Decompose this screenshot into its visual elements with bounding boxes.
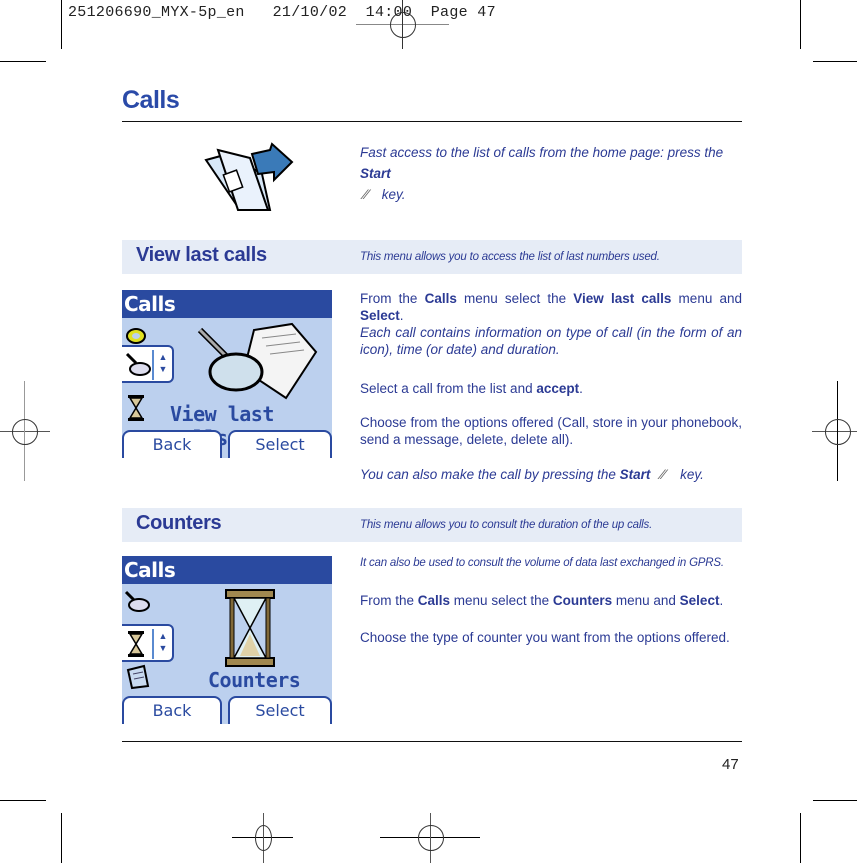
- magnifier-icon: [124, 351, 152, 379]
- gprs-note: It can also be used to consult the volum…: [360, 557, 724, 569]
- registration-mark: [825, 419, 851, 445]
- page-title: Calls: [122, 86, 180, 114]
- hourglass-large-icon: [224, 588, 276, 668]
- start-key-icon: ⁄⁄: [661, 467, 666, 482]
- calls-folder-icon: [200, 140, 295, 215]
- hourglass-icon: [126, 630, 146, 658]
- registration-mark: [255, 825, 272, 851]
- section-title: View last calls: [136, 244, 267, 266]
- crop-mark: [0, 800, 46, 801]
- page-number: 47: [722, 756, 739, 773]
- section-description: This menu allows you to consult the dura…: [360, 519, 653, 531]
- select-call-text: Select a call from the list and accept.: [360, 381, 583, 396]
- call-info-note: Each call contains information on type o…: [360, 325, 742, 357]
- view-last-calls-instructions: From the Calls menu select the View last…: [360, 291, 743, 357]
- title-rule: [122, 121, 742, 122]
- scroll-arrows-icon[interactable]: ▲ ▼: [157, 351, 169, 377]
- scroll-arrows-icon[interactable]: ▲ ▼: [157, 630, 169, 656]
- phone-header: Calls: [122, 556, 332, 584]
- start-key-note: You can also make the call by pressing t…: [360, 467, 704, 482]
- back-softkey[interactable]: Back: [122, 430, 222, 458]
- crop-mark: [61, 813, 62, 863]
- magnifier-icon: [124, 590, 152, 614]
- options-text: Choose from the options offered (Call, s…: [360, 415, 742, 447]
- contact-card-icon: [126, 664, 150, 690]
- section-header-counters: Counters This menu allows you to consult…: [122, 508, 742, 542]
- hourglass-icon: [126, 394, 146, 422]
- phone-screen-counters: Calls ▲ ▼ Counters Back Select: [122, 556, 332, 724]
- intro-text: Fast access to the list of calls from th…: [360, 142, 745, 205]
- footer-rule: [122, 741, 742, 742]
- menu-selection-box[interactable]: ▲ ▼: [122, 624, 174, 662]
- scroll-indicator: [152, 350, 154, 380]
- crop-mark: [800, 813, 801, 863]
- section-header-view-last-calls: View last calls This menu allows you to …: [122, 240, 742, 274]
- phone-screen-view-last-calls: Calls ▲▼ View last calls Back Select: [122, 290, 332, 458]
- counters-instructions: From the Calls menu select the Counters …: [360, 593, 724, 608]
- scroll-indicator: [152, 629, 154, 659]
- registration-mark: [12, 419, 38, 445]
- phone-call-icon: [124, 324, 148, 346]
- phone-header: Calls: [122, 290, 332, 318]
- registration-mark: [418, 825, 444, 851]
- magnifier-list-icon: [192, 322, 322, 402]
- crop-mark: [813, 61, 857, 62]
- section-title: Counters: [136, 512, 222, 534]
- printer-slug: 251206690_MYX-5p_en 21/10/02 14:00 Page …: [68, 4, 496, 21]
- crop-mark: [813, 800, 857, 801]
- start-key-icon: ⁄⁄: [364, 187, 369, 202]
- counter-type-text: Choose the type of counter you want from…: [360, 630, 730, 645]
- menu-item-label: Counters: [208, 668, 301, 692]
- crop-mark: [800, 0, 801, 49]
- select-softkey[interactable]: Select: [228, 430, 332, 458]
- menu-selection-box[interactable]: ▲ ▼: [122, 345, 174, 383]
- crop-mark: [0, 61, 46, 62]
- select-softkey[interactable]: Select: [228, 696, 332, 724]
- back-softkey[interactable]: Back: [122, 696, 222, 724]
- start-key-label: Start: [360, 166, 391, 181]
- section-description: This menu allows you to access the list …: [360, 251, 660, 263]
- crop-mark: [61, 0, 62, 49]
